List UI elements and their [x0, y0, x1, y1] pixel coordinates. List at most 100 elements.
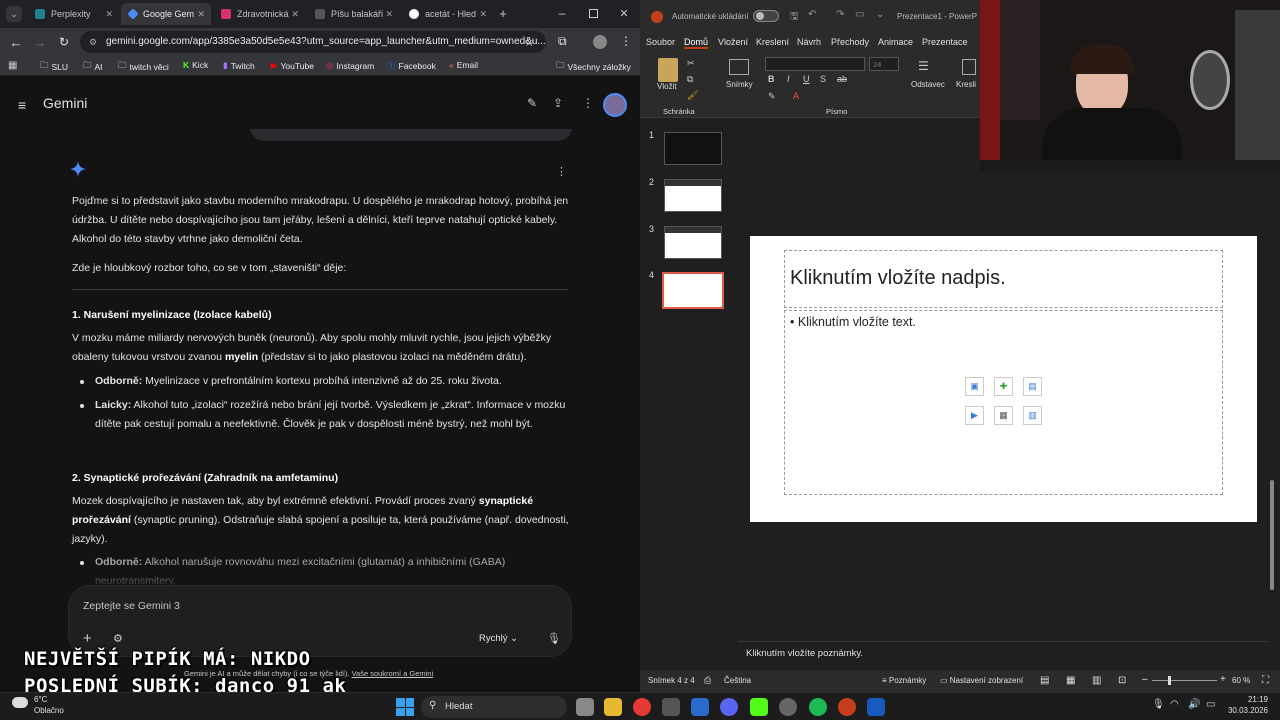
slide-thumbnail-4[interactable] — [662, 272, 724, 309]
insert-picture-icon[interactable]: ▣ — [965, 377, 984, 396]
close-icon[interactable]: ✕ — [105, 9, 113, 20]
accessibility-icon[interactable]: ⎙ — [704, 675, 711, 686]
kick-app-icon[interactable] — [750, 698, 768, 716]
forward-icon[interactable]: → — [32, 34, 48, 50]
tab-prechody[interactable]: Přechody — [831, 37, 869, 47]
tools-icon[interactable]: ⚙ — [113, 632, 123, 645]
slides-label[interactable]: Snímky — [726, 80, 753, 89]
privacy-link[interactable]: Vaše soukromí a Gemini — [352, 669, 434, 678]
tab-gemini[interactable]: Google Gem ✕ — [121, 3, 211, 25]
tab-acetat[interactable]: acetát - Hled ✕ — [401, 3, 493, 25]
weather-cloud-icon[interactable] — [12, 697, 28, 708]
clock-time[interactable]: 21:19 — [1232, 695, 1268, 704]
microphone-icon[interactable]: 🎙 — [547, 632, 561, 645]
share-icon[interactable]: ⇪ — [553, 96, 563, 110]
customize-icon[interactable]: ⌄ — [876, 9, 884, 20]
save-icon[interactable]: 🖫 — [790, 9, 799, 26]
hamburger-menu-icon[interactable]: ≡ — [18, 97, 26, 113]
insert-chart-icon[interactable]: ▥ — [1023, 406, 1042, 425]
chrome-icon[interactable] — [633, 698, 651, 716]
volume-icon[interactable]: 🔊 — [1188, 699, 1200, 710]
insert-stock-image-icon[interactable]: ▤ — [1023, 377, 1042, 396]
back-icon[interactable]: ← — [8, 34, 24, 50]
bookmark-twitch-veci[interactable]: 🗀 twitch věci — [118, 60, 169, 74]
font-size-input[interactable]: 24 — [869, 57, 899, 71]
display-settings[interactable]: ▭ Nastavení zobrazení — [940, 676, 1023, 685]
fit-slide-icon[interactable]: ⛶ — [1262, 675, 1269, 686]
bookmark-instagram[interactable]: ◎ Instagram — [326, 60, 374, 71]
slide-thumbnail-2[interactable] — [664, 179, 722, 212]
extensions-icon[interactable]: ⧉ — [558, 34, 567, 49]
tab-navrh[interactable]: Návrh — [797, 37, 821, 47]
copy-icon[interactable]: ⧉ — [687, 74, 693, 85]
reload-icon[interactable]: ↻ — [56, 34, 72, 50]
close-icon[interactable]: ✕ — [291, 9, 299, 20]
zoom-out-icon[interactable]: – — [1142, 674, 1148, 685]
draw-label[interactable]: Kresli — [956, 80, 976, 89]
bookmark-twitch[interactable]: ▮ Twitch — [223, 60, 255, 71]
more-menu-icon[interactable]: ⋮ — [620, 34, 632, 48]
file-explorer-icon[interactable] — [604, 698, 622, 716]
close-window-icon[interactable]: ✕ — [617, 6, 631, 20]
bookmark-facebook[interactable]: ⓕ Facebook — [387, 60, 436, 72]
tab-animace[interactable]: Animace — [878, 37, 913, 47]
bold-icon[interactable]: B — [768, 74, 775, 84]
underline-icon[interactable]: U — [803, 74, 810, 84]
tab-kresleni[interactable]: Kreslení — [756, 37, 789, 47]
tab-search-icon[interactable]: ⌄ — [6, 6, 22, 22]
task-view-icon[interactable] — [576, 698, 594, 716]
bookmark-youtube[interactable]: ▶ YouTube — [271, 60, 314, 71]
clock-date[interactable]: 30.03.2026 — [1222, 706, 1268, 715]
tab-perplexity[interactable]: Perplexity ✕ — [27, 3, 119, 25]
paste-label[interactable]: Vložit — [657, 82, 677, 91]
start-slideshow-icon[interactable]: ▭ — [855, 9, 864, 20]
taskbar-search[interactable]: ⚲ Hledat — [421, 696, 567, 718]
discord-icon[interactable] — [720, 698, 738, 716]
close-icon[interactable]: ✕ — [385, 9, 393, 20]
photos-icon[interactable] — [691, 698, 709, 716]
notes-toggle[interactable]: ≡ Poznámky — [882, 676, 926, 685]
apps-grid-icon[interactable]: ▦ — [8, 60, 17, 71]
normal-view-icon[interactable]: ▤ — [1040, 675, 1049, 686]
content-placeholder[interactable]: • Kliknutím vložíte text. ▣ ✚ ▤ ▶ ▦ ▥ — [784, 310, 1223, 495]
language-status[interactable]: Čeština — [724, 676, 751, 685]
slide-thumbnail-1[interactable] — [664, 132, 722, 165]
word-app-icon[interactable] — [867, 698, 885, 716]
user-avatar[interactable] — [603, 93, 627, 117]
prompt-box[interactable]: Zeptejte se Gemini 3 + ⚙ Rychlý ⌄ 🎙 — [68, 585, 572, 657]
paste-icon[interactable] — [658, 58, 678, 82]
slideshow-view-icon[interactable]: ⊡ — [1118, 675, 1126, 686]
insert-video-icon[interactable]: ▶ — [965, 406, 984, 425]
paragraph-label[interactable]: Odstavec — [911, 80, 945, 89]
tab-pisu[interactable]: Píšu balakáři ✕ — [307, 3, 399, 25]
font-name-input[interactable] — [765, 57, 865, 71]
zoom-level[interactable]: 60 % — [1232, 676, 1250, 685]
highlight-icon[interactable]: ✎ — [768, 91, 776, 102]
new-slide-icon[interactable] — [729, 59, 749, 75]
title-placeholder[interactable]: Kliknutím vložíte nadpis. — [784, 250, 1223, 308]
new-tab-icon[interactable]: + — [496, 6, 510, 21]
tab-zdravotnicka[interactable]: Zdravotnická ✕ — [213, 3, 305, 25]
wifi-icon[interactable]: ◠ — [1170, 699, 1179, 710]
address-bar[interactable]: ⚙ gemini.google.com/app/3385e3a50d5e5e43?… — [80, 31, 546, 53]
zoom-slider[interactable] — [1152, 680, 1217, 681]
settings-icon[interactable] — [662, 698, 680, 716]
vertical-scrollbar[interactable] — [1270, 480, 1274, 590]
microphone-tray-icon[interactable]: 🎙 — [1152, 699, 1165, 710]
font-color-icon[interactable]: A — [793, 91, 799, 101]
cut-icon[interactable]: ✂ — [687, 58, 695, 69]
strikethrough-icon[interactable]: ab — [837, 74, 847, 84]
zoom-slider-thumb[interactable] — [1168, 676, 1171, 685]
powerpoint-app-icon[interactable] — [838, 698, 856, 716]
insert-icon-icon[interactable]: ✚ — [994, 377, 1013, 396]
close-icon[interactable]: ✕ — [479, 9, 487, 20]
spotify-icon[interactable] — [809, 698, 827, 716]
site-info-icon[interactable]: ⚙ — [89, 31, 97, 53]
all-bookmarks[interactable]: 🗀 Všechny záložky — [556, 60, 631, 74]
insert-table-icon[interactable]: ▦ — [994, 406, 1013, 425]
bookmark-slu[interactable]: 🗀 SLU — [40, 60, 68, 74]
close-icon[interactable]: ✕ — [197, 9, 205, 20]
slide-sorter-icon[interactable]: ▦ — [1066, 675, 1075, 686]
response-more-icon[interactable]: ⋮ — [556, 165, 567, 178]
format-painter-icon[interactable]: 🖌 — [687, 90, 698, 101]
